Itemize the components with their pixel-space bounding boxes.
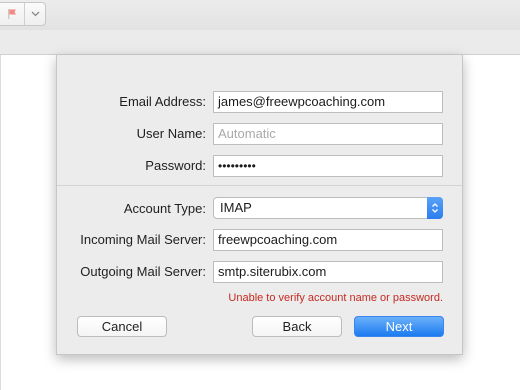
email-label: Email Address:: [119, 94, 206, 109]
password-field[interactable]: •••••••••: [213, 155, 443, 177]
select-arrows-icon: [427, 197, 443, 219]
username-field[interactable]: Automatic: [213, 123, 443, 145]
password-label: Password:: [145, 158, 206, 173]
section-divider: [57, 185, 462, 186]
incoming-server-label: Incoming Mail Server:: [80, 232, 206, 247]
account-type-label: Account Type:: [123, 201, 206, 216]
outgoing-server-label: Outgoing Mail Server:: [80, 264, 206, 279]
error-message: Unable to verify account name or passwor…: [228, 292, 443, 304]
message-header-bar: [0, 30, 520, 55]
window-edge: [0, 55, 1, 390]
next-button[interactable]: Next: [354, 316, 444, 337]
account-type-select[interactable]: IMAP: [213, 197, 443, 219]
chevron-down-icon[interactable]: [25, 3, 45, 25]
account-type-value: IMAP: [220, 200, 252, 215]
outgoing-server-field[interactable]: smtp.siterubix.com: [213, 261, 443, 283]
flag-icon[interactable]: [0, 3, 24, 25]
cancel-button[interactable]: Cancel: [77, 316, 167, 337]
username-label: User Name:: [136, 126, 206, 141]
incoming-server-field[interactable]: freewpcoaching.com: [213, 229, 443, 251]
account-setup-sheet: Email Address: james@freewpcoaching.com …: [56, 55, 463, 355]
toolbar: [0, 0, 520, 30]
email-field[interactable]: james@freewpcoaching.com: [213, 91, 443, 113]
flag-button[interactable]: [0, 2, 46, 26]
back-button[interactable]: Back: [252, 316, 342, 337]
